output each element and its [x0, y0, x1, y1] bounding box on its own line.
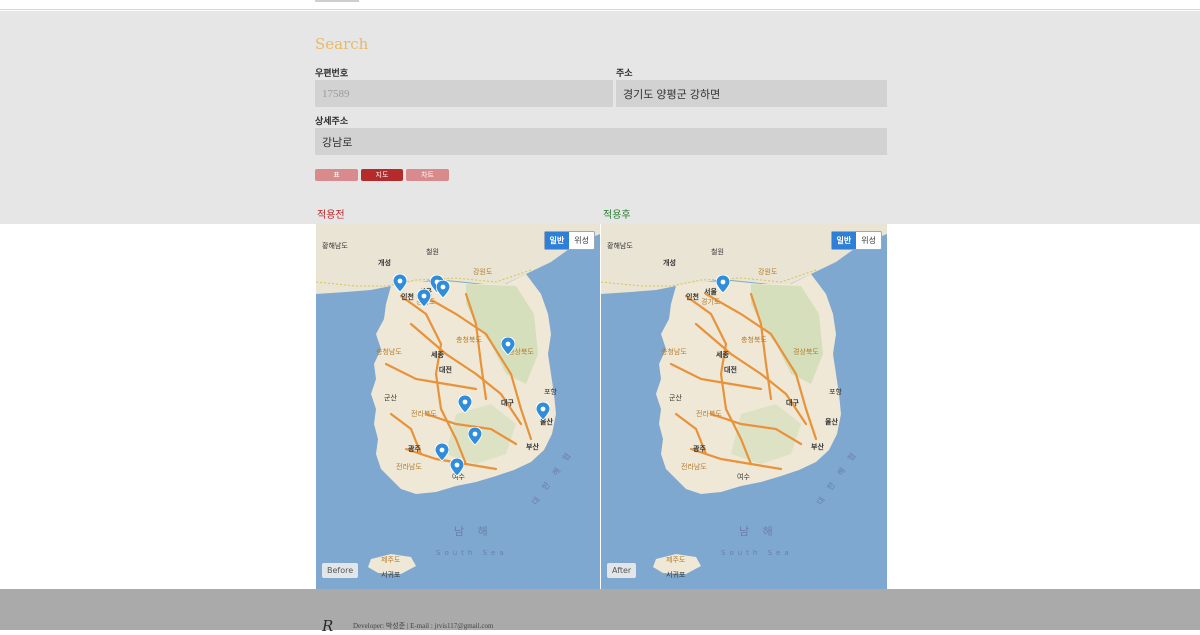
- location-pin-icon[interactable]: [468, 427, 482, 445]
- svg-text:광주: 광주: [693, 444, 706, 453]
- after-map-normal-button[interactable]: 일반: [831, 232, 857, 249]
- after-map-heading: 적용후: [603, 210, 631, 221]
- svg-text:강원도: 강원도: [473, 267, 493, 276]
- after-map-type-toggle: 일반 위성: [830, 231, 882, 250]
- svg-text:세종: 세종: [431, 350, 444, 359]
- svg-text:충청북도: 충청북도: [456, 335, 482, 344]
- after-map-satellite-button[interactable]: 위성: [856, 232, 881, 249]
- address-label: 주소: [616, 68, 633, 78]
- after-map-badge: After: [607, 563, 637, 578]
- svg-text:울산: 울산: [825, 417, 838, 426]
- svg-text:경기도: 경기도: [701, 297, 721, 306]
- before-map-normal-button[interactable]: 일반: [544, 232, 570, 249]
- location-pin-icon[interactable]: [458, 395, 472, 413]
- svg-text:황해남도: 황해남도: [322, 241, 348, 250]
- search-panel: Search 우편번호 주소 상세주소 표 지도 차트: [0, 11, 1200, 224]
- svg-text:전라남도: 전라남도: [681, 462, 707, 471]
- svg-text:대전: 대전: [439, 365, 452, 374]
- location-pin-icon[interactable]: [417, 289, 431, 307]
- svg-text:충청남도: 충청남도: [661, 347, 687, 356]
- top-nav-bar: [0, 0, 1200, 10]
- before-map[interactable]: 황해남도 개성 철원 강원도 인천 서울 경기도 충청북도 충청남도 세종 대전…: [316, 224, 600, 589]
- svg-text:제주도: 제주도: [381, 556, 401, 564]
- detail-address-label: 상세주소: [315, 116, 349, 126]
- after-map[interactable]: 황해남도 개성 철원 강원도 인천 서울 경기도 충청북도 충청남도 세종 대전…: [601, 224, 887, 589]
- svg-text:서귀포: 서귀포: [666, 570, 686, 579]
- svg-text:군산: 군산: [669, 393, 682, 402]
- before-map-satellite-button[interactable]: 위성: [569, 232, 594, 249]
- svg-text:포항: 포항: [829, 387, 842, 396]
- svg-text:인천: 인천: [686, 292, 699, 301]
- svg-text:전라북도: 전라북도: [411, 409, 437, 418]
- svg-text:제주도: 제주도: [666, 556, 686, 564]
- after-map-tiles: 황해남도 개성 철원 강원도 인천 서울 경기도 충청북도 충청남도 세종 대전…: [601, 224, 887, 589]
- svg-text:충청남도: 충청남도: [376, 347, 402, 356]
- svg-text:전라남도: 전라남도: [396, 462, 422, 471]
- svg-text:South Sea: South Sea: [436, 549, 508, 557]
- footer: R Developer: 박성준 | E-mail : jrvis117@gma…: [0, 589, 1200, 635]
- address-input[interactable]: [616, 80, 887, 107]
- svg-text:철원: 철원: [426, 247, 439, 256]
- svg-text:세종: 세종: [716, 350, 729, 359]
- svg-text:부산: 부산: [811, 442, 824, 451]
- svg-text:대구: 대구: [786, 398, 799, 407]
- svg-text:강원도: 강원도: [758, 267, 778, 276]
- table-view-button[interactable]: 표: [315, 169, 358, 181]
- svg-text:남 해: 남 해: [739, 524, 778, 538]
- location-pin-icon[interactable]: [501, 337, 515, 355]
- svg-text:남 해: 남 해: [454, 524, 493, 538]
- svg-text:군산: 군산: [384, 393, 397, 402]
- svg-text:철원: 철원: [711, 247, 724, 256]
- location-pin-icon[interactable]: [393, 274, 407, 292]
- svg-text:개성: 개성: [378, 258, 391, 267]
- map-view-button[interactable]: 지도: [361, 169, 403, 181]
- svg-text:광주: 광주: [408, 444, 421, 453]
- svg-text:전라북도: 전라북도: [696, 409, 722, 418]
- before-map-heading: 적용전: [317, 210, 345, 221]
- before-map-type-toggle: 일반 위성: [543, 231, 595, 250]
- svg-text:개성: 개성: [663, 258, 676, 267]
- footer-logo: R: [322, 617, 334, 635]
- svg-text:서귀포: 서귀포: [381, 570, 401, 579]
- postal-code-label: 우편번호: [315, 68, 349, 78]
- svg-text:포항: 포항: [544, 387, 557, 396]
- svg-text:부산: 부산: [526, 442, 539, 451]
- svg-text:대구: 대구: [501, 398, 514, 407]
- chart-view-button[interactable]: 차트: [406, 169, 449, 181]
- location-pin-icon[interactable]: [716, 275, 730, 293]
- location-pin-icon[interactable]: [450, 458, 464, 476]
- svg-text:황해남도: 황해남도: [607, 241, 633, 250]
- svg-text:대전: 대전: [724, 365, 737, 374]
- svg-text:경상북도: 경상북도: [793, 347, 819, 356]
- detail-address-input[interactable]: [315, 128, 887, 155]
- location-pin-icon[interactable]: [436, 280, 450, 298]
- svg-text:여수: 여수: [737, 472, 750, 481]
- svg-text:인천: 인천: [401, 292, 414, 301]
- top-nav-tab[interactable]: [315, 0, 359, 2]
- search-title: Search: [315, 35, 369, 53]
- before-map-badge: Before: [322, 563, 359, 578]
- location-pin-icon[interactable]: [435, 443, 449, 461]
- svg-text:충청북도: 충청북도: [741, 335, 767, 344]
- postal-code-input[interactable]: [315, 80, 613, 107]
- svg-text:South Sea: South Sea: [721, 549, 793, 557]
- location-pin-icon[interactable]: [536, 402, 550, 420]
